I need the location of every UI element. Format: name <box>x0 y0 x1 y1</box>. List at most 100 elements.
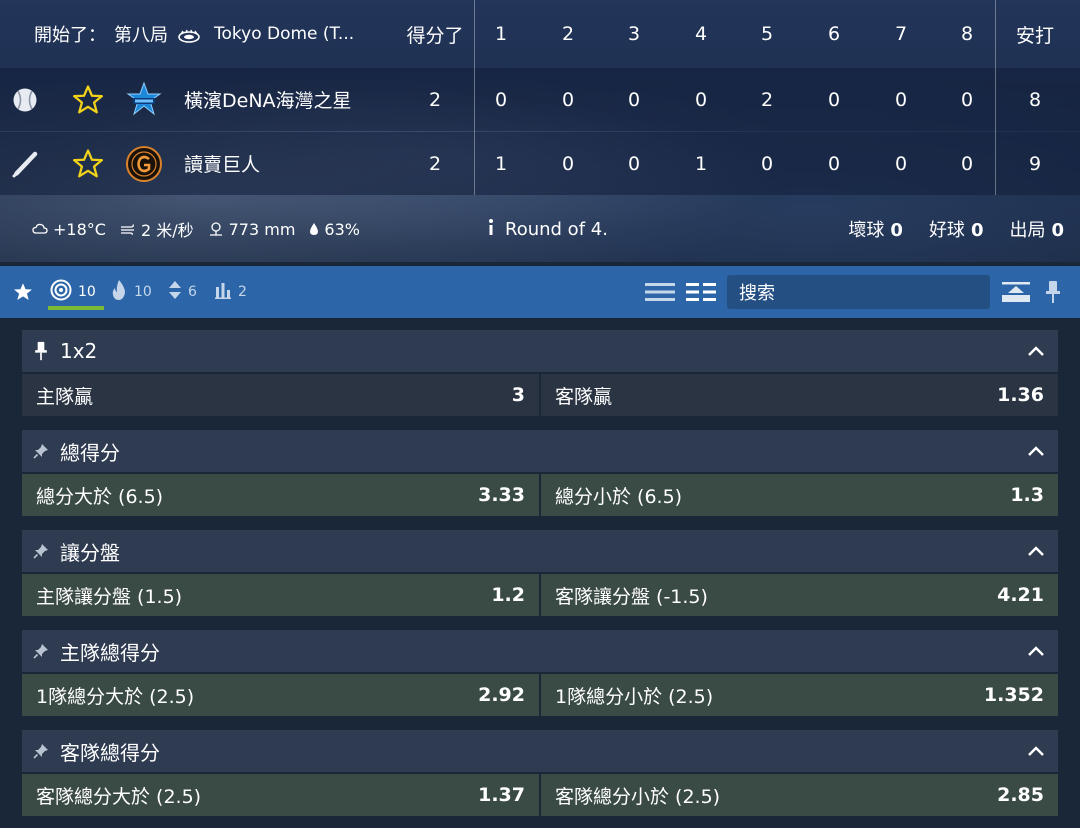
weather-wind: 2 米/秒 <box>120 217 194 241</box>
market-title: 客隊總得分 <box>60 740 160 765</box>
stats-icon <box>214 281 232 303</box>
grid-view-icon[interactable] <box>686 281 716 303</box>
tab-count: 6 <box>188 284 197 300</box>
inning-score: 0 <box>494 88 508 111</box>
market-header[interactable]: 客隊總得分 <box>22 730 1058 772</box>
market-header[interactable]: 總得分 <box>22 430 1058 472</box>
period-label: 第八局 <box>114 25 168 46</box>
inning-score: 0 <box>960 152 974 175</box>
chevron-up-icon[interactable] <box>1026 641 1046 661</box>
chevron-up-icon[interactable] <box>1026 441 1046 461</box>
favorite-star-icon[interactable] <box>70 82 106 118</box>
favorites-star-icon[interactable] <box>12 281 34 303</box>
chevron-up-icon[interactable] <box>1026 541 1046 561</box>
inning-score: 0 <box>894 88 908 111</box>
inning-score: 0 <box>827 152 841 175</box>
droplet-icon <box>309 222 319 236</box>
team-name-home: 橫濱DeNA海灣之星 <box>184 90 352 112</box>
pin-icon[interactable] <box>32 341 50 361</box>
wind-icon <box>120 223 136 235</box>
inning-score: 0 <box>627 88 641 111</box>
chevron-up-icon[interactable] <box>1026 741 1046 761</box>
odds-option[interactable]: 總分小於 (6.5) 1.3 <box>541 474 1058 516</box>
inning-header: 3 <box>627 23 641 45</box>
inning-header: 7 <box>894 23 908 45</box>
inning-score: 2 <box>760 88 774 111</box>
info-icon <box>487 218 495 241</box>
pin-outline-icon[interactable] <box>32 742 50 760</box>
market-options: 主隊讓分盤 (1.5) 1.2 客隊讓分盤 (-1.5) 4.21 <box>22 574 1058 616</box>
odds-option[interactable]: 客隊讓分盤 (-1.5) 4.21 <box>541 574 1058 616</box>
market-options: 1隊總分大於 (2.5) 2.92 1隊總分小於 (2.5) 1.352 <box>22 674 1058 716</box>
markets-toolbar: 10 10 6 2 搜索 <box>0 266 1080 318</box>
count-info: 壞球 0 好球 0 出局 0 <box>848 216 1064 242</box>
market-title: 主隊總得分 <box>60 640 160 665</box>
favorite-star-icon[interactable] <box>70 146 106 182</box>
weather-info: +18°C 2 米/秒 773 mm 63% <box>32 217 360 241</box>
round-label: Round of 4. <box>505 218 608 240</box>
scoreboard-footer: +18°C 2 米/秒 773 mm 63% Round of 4. 壞球 0 好… <box>0 196 1080 262</box>
tab-target[interactable]: 10 <box>50 279 96 305</box>
tab-flame[interactable]: 10 <box>110 279 152 305</box>
weather-temp: +18°C <box>32 220 106 239</box>
inning-header: 1 <box>494 23 508 45</box>
outs-count: 出局 0 <box>1009 220 1064 241</box>
odds-option[interactable]: 1隊總分大於 (2.5) 2.92 <box>22 674 539 716</box>
active-tab-indicator <box>48 306 104 310</box>
pressure-icon <box>208 222 224 236</box>
inning-score: 0 <box>760 152 774 175</box>
balls-count: 壞球 0 <box>848 220 903 241</box>
scoreboard: 開始了： 第八局 Tokyo Dome (T... 得分了 1 2 3 4 5 … <box>0 0 1080 262</box>
baseball-icon <box>10 85 40 115</box>
column-divider <box>995 0 996 195</box>
hits-column-header: 安打 <box>1015 24 1054 47</box>
market-title: 總得分 <box>60 440 120 465</box>
pin-outline-icon[interactable] <box>32 642 50 660</box>
search-input[interactable]: 搜索 <box>727 275 990 309</box>
odds-option[interactable]: 主隊讓分盤 (1.5) 1.2 <box>22 574 539 616</box>
score-column-header: 得分了 <box>406 24 464 47</box>
team-logo-baystars <box>125 81 163 119</box>
status-label: 開始了： <box>34 25 106 46</box>
team-name-away: 讀賣巨人 <box>184 154 261 176</box>
odds-option[interactable]: 客隊贏 1.36 <box>541 374 1058 416</box>
odds-option[interactable]: 客隊總分大於 (2.5) 1.37 <box>22 774 539 816</box>
inning-score: 1 <box>494 152 508 175</box>
market-options: 總分大於 (6.5) 3.33 總分小於 (6.5) 1.3 <box>22 474 1058 516</box>
odds-option[interactable]: 客隊總分小於 (2.5) 2.85 <box>541 774 1058 816</box>
scoreboard-header: 開始了： 第八局 Tokyo Dome (T... 得分了 1 2 3 4 5 … <box>0 0 1080 68</box>
pin-outline-icon[interactable] <box>32 442 50 460</box>
inning-header: 5 <box>760 23 774 45</box>
stadium-icon <box>178 27 200 43</box>
tab-stats[interactable]: 2 <box>214 281 247 303</box>
market-header[interactable]: 主隊總得分 <box>22 630 1058 672</box>
strikes-count: 好球 0 <box>928 220 984 241</box>
market-title: 1x2 <box>60 339 98 363</box>
team-row-away: 讀賣巨人 2 1 0 0 1 0 0 0 0 9 <box>0 132 1080 195</box>
list-view-icon[interactable] <box>645 281 675 303</box>
odds-option[interactable]: 總分大於 (6.5) 3.33 <box>22 474 539 516</box>
odds-option[interactable]: 主隊贏 3 <box>22 374 539 416</box>
inning-score: 0 <box>561 152 575 175</box>
market-total-runs: 總得分 總分大於 (6.5) 3.33 總分小於 (6.5) 1.3 <box>22 430 1058 516</box>
weather-humidity: 63% <box>309 220 360 239</box>
round-info: Round of 4. <box>487 218 608 241</box>
inning-header: 4 <box>694 23 708 45</box>
collapse-all-icon[interactable] <box>1002 281 1030 303</box>
inning-score: 0 <box>894 152 908 175</box>
pin-outline-icon[interactable] <box>32 542 50 560</box>
pin-icon[interactable] <box>1046 280 1060 304</box>
inning-score: 1 <box>694 152 708 175</box>
market-header[interactable]: 讓分盤 <box>22 530 1058 572</box>
market-header[interactable]: 1x2 <box>22 330 1058 372</box>
tab-sort[interactable]: 6 <box>168 280 197 304</box>
market-options: 主隊贏 3 客隊贏 1.36 <box>22 374 1058 416</box>
inning-header: 8 <box>960 23 974 45</box>
market-options: 客隊總分大於 (2.5) 1.37 客隊總分小於 (2.5) 2.85 <box>22 774 1058 816</box>
chevron-up-icon[interactable] <box>1026 341 1046 361</box>
flame-icon <box>110 279 128 305</box>
tab-count: 2 <box>238 284 247 300</box>
odds-option[interactable]: 1隊總分小於 (2.5) 1.352 <box>541 674 1058 716</box>
market-away-total: 客隊總得分 客隊總分大於 (2.5) 1.37 客隊總分小於 (2.5) 2.85 <box>22 730 1058 816</box>
cloud-icon <box>32 223 48 235</box>
